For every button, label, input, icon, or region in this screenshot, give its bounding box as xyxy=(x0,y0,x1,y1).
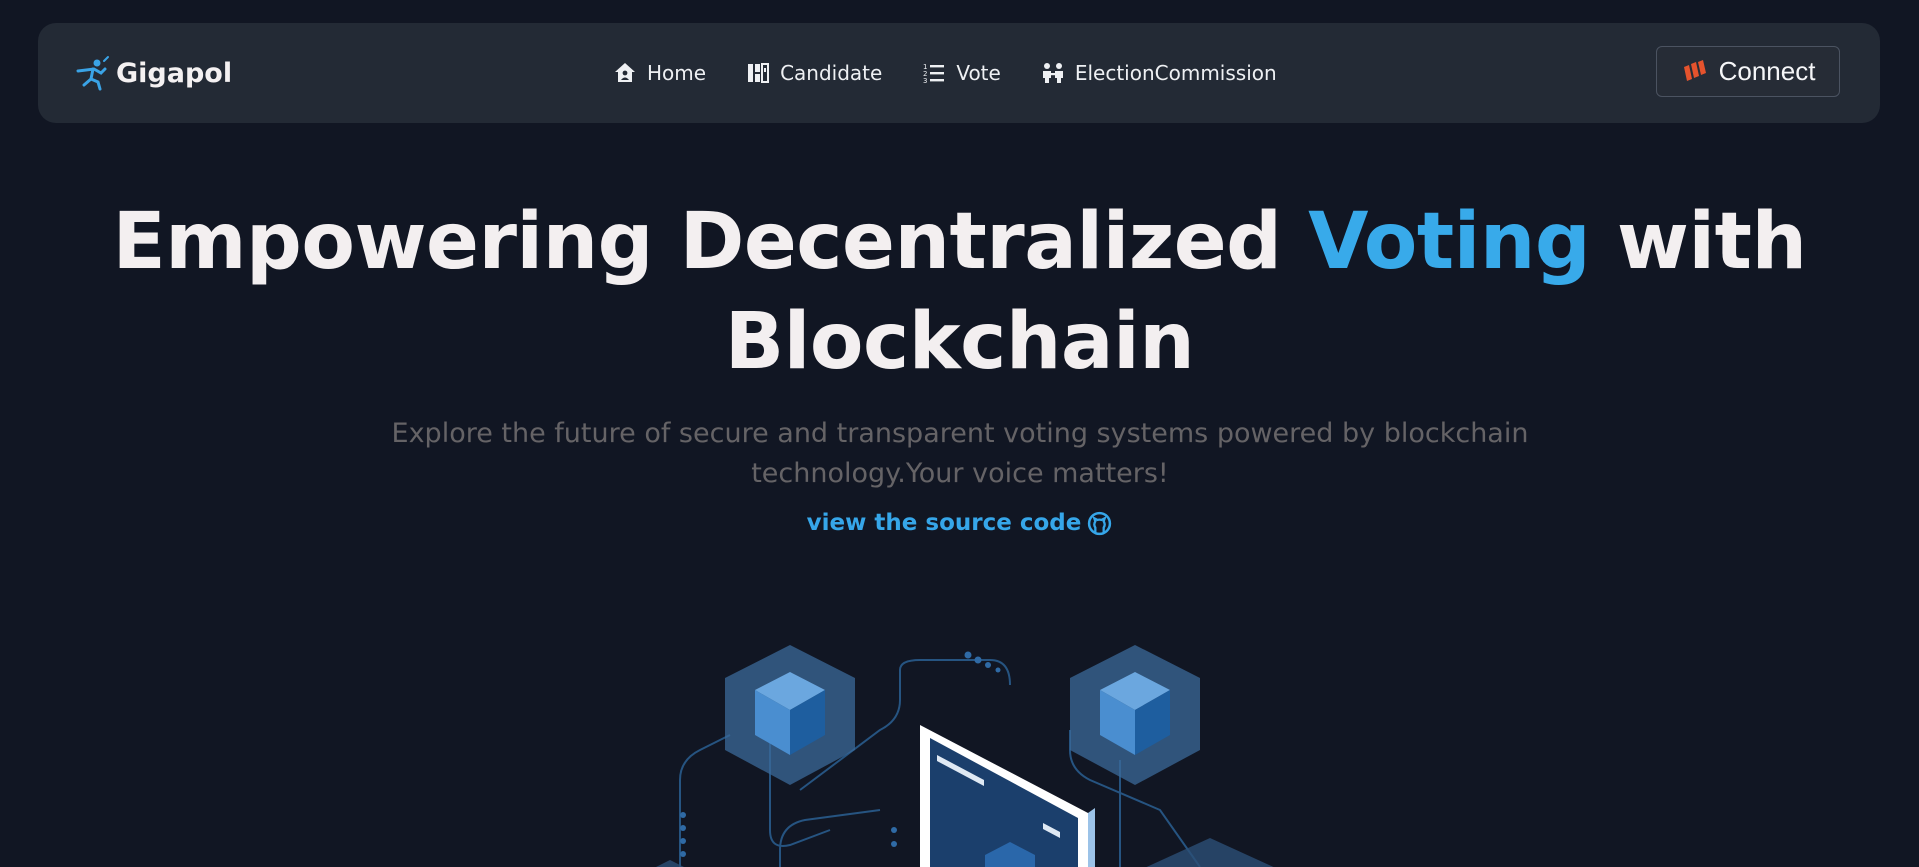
hero-title-part1: Empowering Decentralized xyxy=(112,197,1282,287)
cube-right xyxy=(1070,645,1200,785)
source-code-link-row: view the source code xyxy=(0,510,1919,536)
blockchain-illustration xyxy=(656,645,1274,867)
connect-button[interactable]: Connect xyxy=(1656,46,1840,97)
source-code-link[interactable]: view the source code xyxy=(807,510,1113,536)
github-icon xyxy=(1088,511,1112,535)
nav-item-home[interactable]: Home xyxy=(613,61,706,85)
svg-text:3: 3 xyxy=(923,77,927,85)
home-icon xyxy=(615,63,635,82)
hero-subtitle: Explore the future of secure and transpa… xyxy=(391,418,1529,489)
nav-item-vote[interactable]: 1 2 3 Vote xyxy=(922,61,1001,85)
cube-bottom-right xyxy=(1146,838,1274,867)
hero-title: Empowering Decentralized Voting with Blo… xyxy=(0,192,1919,392)
brand-name: Gigapol xyxy=(116,57,233,89)
wallet-logo-icon xyxy=(1683,59,1706,81)
brand[interactable]: Gigapol xyxy=(74,53,232,93)
runner-logo-icon xyxy=(74,55,110,91)
connect-label: Connect xyxy=(1718,56,1816,86)
nav-item-election-commission[interactable]: ElectionCommission xyxy=(1041,61,1277,85)
list-icon: 1 2 3 xyxy=(923,63,945,85)
nav-home-label: Home xyxy=(647,61,707,85)
nav-election-commission-label: ElectionCommission xyxy=(1074,61,1277,85)
cube-bottom-left xyxy=(656,860,684,867)
nav-candidate-label: Candidate xyxy=(780,61,883,85)
people-icon xyxy=(1042,63,1063,83)
hero-title-line2: Blockchain xyxy=(724,297,1195,387)
nav-item-candidate[interactable]: Candidate xyxy=(746,61,882,85)
nav-links: Home Candidate 1 2 3 Vote ElectionCommis… xyxy=(613,23,1277,123)
nav-vote-label: Vote xyxy=(956,61,1001,85)
source-code-label: view the source code xyxy=(806,510,1082,536)
navbar: Gigapol Home Candidate 1 2 3 Vote Electi… xyxy=(38,23,1880,123)
candidate-icon xyxy=(748,63,770,83)
hero-title-accent: Voting xyxy=(1308,197,1591,287)
monitor xyxy=(920,725,1095,867)
hero-title-part2: with xyxy=(1616,197,1807,287)
